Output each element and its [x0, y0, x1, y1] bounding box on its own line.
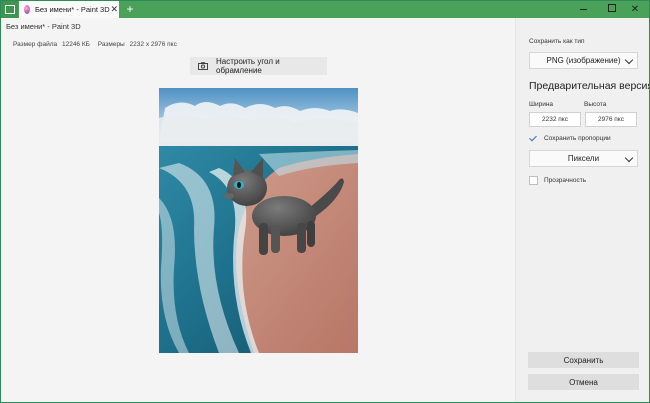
width-input[interactable]: 2232 пкс	[529, 112, 581, 127]
dimensions-value: 2232 x 2976 пкс	[129, 41, 177, 48]
chevron-down-icon	[624, 55, 634, 65]
preview-heading: Предварительная версия	[529, 80, 650, 92]
tab-list-icon	[4, 5, 15, 14]
units-dropdown[interactable]: Пиксели	[529, 150, 638, 167]
chevron-down-icon	[624, 153, 634, 163]
camera-icon	[198, 62, 208, 70]
dimensions-label: Размеры	[97, 41, 125, 48]
minimize-button[interactable]	[569, 1, 597, 18]
height-label: Высота	[584, 101, 607, 108]
tab-close-icon[interactable]: ✕	[110, 4, 119, 15]
save-as-type-value: PNG (изображение)	[546, 56, 621, 65]
new-tab-button[interactable]: +	[123, 1, 137, 18]
save-button[interactable]: Сохранить	[528, 352, 639, 368]
keep-ratio-checkbox[interactable]: Сохранить пропорции	[529, 134, 611, 143]
transparency-checkbox[interactable]: Прозрачность	[529, 176, 586, 185]
transparency-label: Прозрачность	[544, 177, 587, 184]
maximize-icon	[608, 4, 616, 13]
title-bar: Без имени* - Paint 3D ✕ + ✕	[1, 1, 649, 18]
tab-list-button[interactable]	[1, 1, 18, 18]
height-input[interactable]: 2976 пкс	[585, 112, 637, 127]
checkbox-box	[529, 176, 538, 185]
width-label: Ширина	[529, 101, 554, 108]
file-info: Размер файла 12246 КБ Размеры 2232 x 297…	[13, 41, 180, 48]
checkmark-icon	[529, 134, 538, 143]
tab-document[interactable]: Без имени* - Paint 3D ✕	[19, 1, 119, 18]
tab-title: Без имени* - Paint 3D	[35, 5, 110, 14]
image-preview	[159, 88, 358, 353]
paint3d-window: Без имени* - Paint 3D ✕ + ✕ Без имени* -…	[0, 0, 650, 403]
adjust-angle-button[interactable]: Настроить угол и обрамление	[190, 57, 327, 75]
units-value: Пиксели	[567, 154, 600, 163]
file-size-value: 12246 КБ	[61, 41, 90, 48]
keep-ratio-label: Сохранить пропорции	[544, 135, 611, 142]
save-panel: Сохранить как тип PNG (изображение) Пред…	[515, 18, 650, 402]
minimize-icon	[579, 8, 587, 10]
file-size-label: Размер файла	[13, 41, 58, 48]
cancel-button[interactable]: Отмена	[528, 374, 639, 390]
adjust-angle-label: Настроить угол и обрамление	[216, 57, 280, 75]
app-title: Без имени* - Paint 3D	[6, 22, 81, 31]
save-as-type-label: Сохранить как тип	[529, 38, 585, 45]
close-window-button[interactable]: ✕	[621, 1, 649, 18]
save-as-type-dropdown[interactable]: PNG (изображение)	[529, 52, 638, 69]
paint3d-logo-icon	[24, 5, 30, 14]
